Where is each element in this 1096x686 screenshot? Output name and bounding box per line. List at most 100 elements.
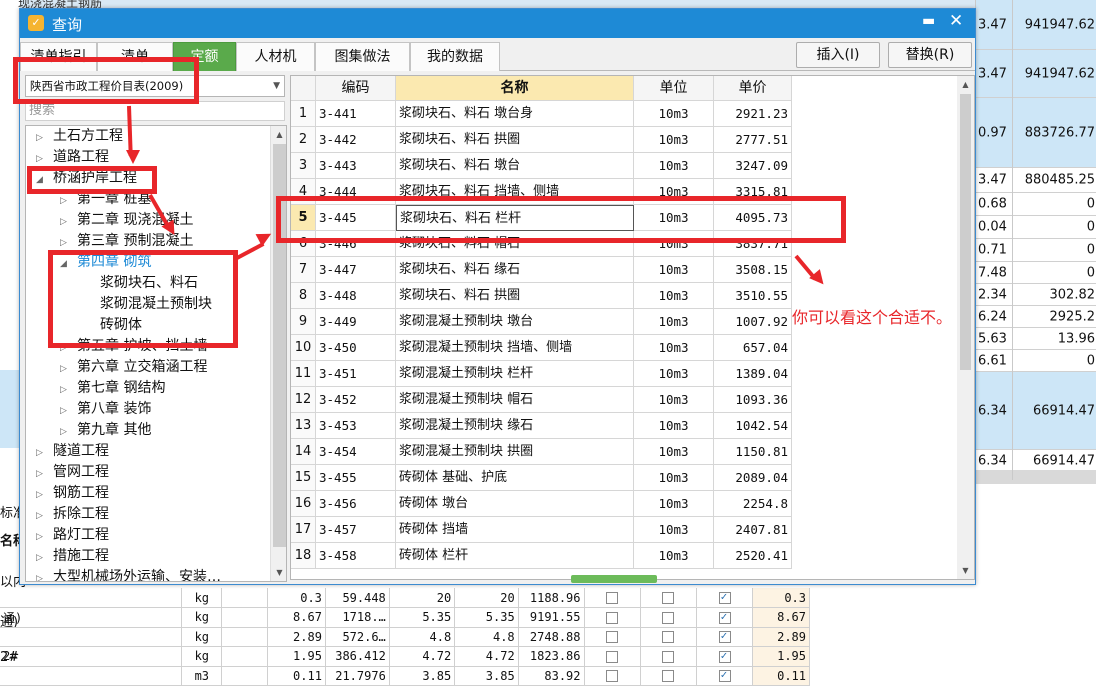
tree-node[interactable]: ▷ 管网工程 [36, 462, 109, 483]
grid-cell-name[interactable]: 浆砌块石、料石 缘石 [396, 257, 634, 283]
grid-cell-code[interactable]: 3-445 [316, 205, 396, 231]
grid-cell-unit[interactable]: 10m3 [634, 101, 714, 127]
grid-cell-name[interactable]: 浆砌混凝土预制块 帽石 [396, 387, 634, 413]
scroll-down-icon[interactable]: ▼ [271, 564, 286, 581]
tree-node[interactable]: ▷ 大型机械场外运输、安装… [36, 567, 221, 581]
grid-cell-price[interactable]: 2254.8 [714, 491, 792, 517]
grid-cell-name[interactable]: 浆砌块石、料石 拱圈 [396, 283, 634, 309]
grid-cell-code[interactable]: 3-452 [316, 387, 396, 413]
expand-icon[interactable]: ▷ [60, 401, 72, 422]
grid-cell-name[interactable]: 浆砌混凝土预制块 缘石 [396, 413, 634, 439]
expand-icon[interactable]: ▷ [60, 233, 72, 254]
minimize-icon[interactable]: ▬ [922, 13, 935, 29]
grid-cell-num[interactable]: 11 [291, 361, 316, 387]
scroll-up-icon[interactable]: ▲ [957, 76, 974, 93]
close-icon[interactable]: ✕ [949, 11, 963, 31]
tree-node[interactable]: 浆砌混凝土预制块 [100, 294, 212, 315]
grid-header-cell[interactable] [291, 76, 316, 101]
grid-cell-unit[interactable]: 10m3 [634, 127, 714, 153]
grid-cell-price[interactable]: 1150.81 [714, 439, 792, 465]
table-row[interactable]: 11 3-451 浆砌混凝土预制块 栏杆 10m3 1389.04 [291, 361, 959, 387]
tree-node[interactable]: ▷ 第三章 预制混凝土 [60, 231, 193, 252]
grid-cell-name[interactable]: 浆砌块石、料石 帽石 [396, 231, 634, 257]
grid-cell-num[interactable]: 6 [291, 231, 316, 257]
grid-cell-code[interactable]: 3-458 [316, 543, 396, 569]
grid-cell-code[interactable]: 3-454 [316, 439, 396, 465]
grid-cell-unit[interactable]: 10m3 [634, 543, 714, 569]
grid-cell-unit[interactable]: 10m3 [634, 205, 714, 231]
checkbox[interactable] [718, 629, 731, 644]
grid-cell-code[interactable]: 3-443 [316, 153, 396, 179]
grid-cell-num[interactable]: 5 [291, 205, 316, 231]
grid-cell-num[interactable]: 4 [291, 179, 316, 205]
checkbox[interactable] [662, 592, 675, 604]
table-row[interactable]: 3 3-443 浆砌块石、料石 墩台 10m3 3247.09 [291, 153, 959, 179]
expand-icon[interactable]: ▷ [36, 149, 48, 170]
grid-cell-unit[interactable]: 10m3 [634, 309, 714, 335]
tree-node[interactable]: ◢ 桥涵护岸工程 [36, 168, 137, 189]
grid-cell-price[interactable]: 1007.92 [714, 309, 792, 335]
table-row[interactable]: 13 3-453 浆砌混凝土预制块 缘石 10m3 1042.54 [291, 413, 959, 439]
tab-6[interactable]: 我的数据 [410, 42, 500, 71]
grid-cell-num[interactable]: 8 [291, 283, 316, 309]
grid-cell-unit[interactable]: 10m3 [634, 361, 714, 387]
grid-cell-num[interactable]: 10 [291, 335, 316, 361]
tree-scrollbar[interactable]: ▲ ▼ [270, 126, 286, 581]
collapse-icon[interactable]: ◢ [36, 170, 48, 191]
checkbox[interactable] [606, 650, 619, 663]
checkbox[interactable] [718, 610, 731, 624]
table-row[interactable]: 7 3-447 浆砌块石、料石 缘石 10m3 3508.15 [291, 257, 959, 283]
grid-cell-price[interactable]: 657.04 [714, 335, 792, 361]
grid-cell-num[interactable]: 1 [291, 101, 316, 127]
tree-node[interactable]: ▷ 第一章 桩基 [60, 189, 151, 210]
grid-cell-price[interactable]: 2921.23 [714, 101, 792, 127]
grid-cell-code[interactable]: 3-447 [316, 257, 396, 283]
grid-cell-name[interactable]: 浆砌块石、料石 墩台 [396, 153, 634, 179]
dialog-titlebar[interactable]: ✓ 查询 ▬ ✕ [20, 9, 975, 38]
grid-cell-num[interactable]: 17 [291, 517, 316, 543]
grid-cell-num[interactable]: 18 [291, 543, 316, 569]
grid-cell-price[interactable]: 2407.81 [714, 517, 792, 543]
tree-node[interactable]: ▷ 第五章 护坡、挡土墙 [60, 336, 207, 357]
checkbox[interactable] [606, 611, 619, 624]
grid-cell-name[interactable]: 砖砌体 挡墙 [396, 517, 634, 543]
grid-cell-unit[interactable]: 10m3 [634, 335, 714, 361]
expand-icon[interactable]: ▷ [36, 527, 48, 548]
table-row[interactable]: 5 3-445 浆砌块石、料石 栏杆 10m3 4095.73 [291, 205, 959, 231]
scroll-up-icon[interactable]: ▲ [271, 126, 286, 143]
grid-cell-code[interactable]: 3-451 [316, 361, 396, 387]
expand-icon[interactable]: ▷ [60, 380, 72, 401]
tab-4[interactable]: 人材机 [236, 42, 315, 71]
table-row[interactable]: 12 3-452 浆砌混凝土预制块 帽石 10m3 1093.36 [291, 387, 959, 413]
grid-cell-name[interactable]: 浆砌混凝土预制块 墩台 [396, 309, 634, 335]
grid-cell-name[interactable]: 浆砌块石、料石 挡墙、侧墙 [396, 179, 634, 205]
tree-node[interactable]: ▷ 道路工程 [36, 147, 109, 168]
table-row[interactable]: 17 3-457 砖砌体 挡墙 10m3 2407.81 [291, 517, 959, 543]
grid-cell-name[interactable]: 浆砌块石、料石 墩台身 [396, 101, 634, 127]
tree-scroll-thumb[interactable] [273, 144, 286, 547]
checkbox[interactable] [662, 670, 675, 683]
grid-header-cell[interactable]: 单位 [634, 76, 714, 101]
grid-cell-code[interactable]: 3-446 [316, 231, 396, 257]
checkbox[interactable] [662, 611, 675, 624]
grid-cell-code[interactable]: 3-444 [316, 179, 396, 205]
expand-icon[interactable]: ▷ [36, 464, 48, 485]
grid-cell-price[interactable]: 3837.71 [714, 231, 792, 257]
tab-1[interactable]: 清单指引 [20, 42, 97, 71]
grid-cell-code[interactable]: 3-456 [316, 491, 396, 517]
grid-cell-unit[interactable]: 10m3 [634, 153, 714, 179]
table-row[interactable]: 16 3-456 砖砌体 墩台 10m3 2254.8 [291, 491, 959, 517]
grid-cell-price[interactable]: 2520.41 [714, 543, 792, 569]
checkbox[interactable] [606, 631, 619, 644]
grid-scrollbar[interactable]: ▲ ▼ [957, 76, 974, 579]
grid-cell-num[interactable]: 3 [291, 153, 316, 179]
grid-cell-unit[interactable]: 10m3 [634, 231, 714, 257]
grid-cell-price[interactable]: 3247.09 [714, 153, 792, 179]
library-select[interactable]: 陕西省市政工程价目表(2009) ▼ [25, 75, 285, 97]
expand-icon[interactable]: ▷ [36, 128, 48, 149]
tree-node[interactable]: ▷ 措施工程 [36, 546, 109, 567]
grid-cell-unit[interactable]: 10m3 [634, 413, 714, 439]
tree-node[interactable]: ▷ 第六章 立交箱涵工程 [60, 357, 207, 378]
grid-cell-unit[interactable]: 10m3 [634, 439, 714, 465]
checkbox[interactable] [718, 668, 731, 683]
